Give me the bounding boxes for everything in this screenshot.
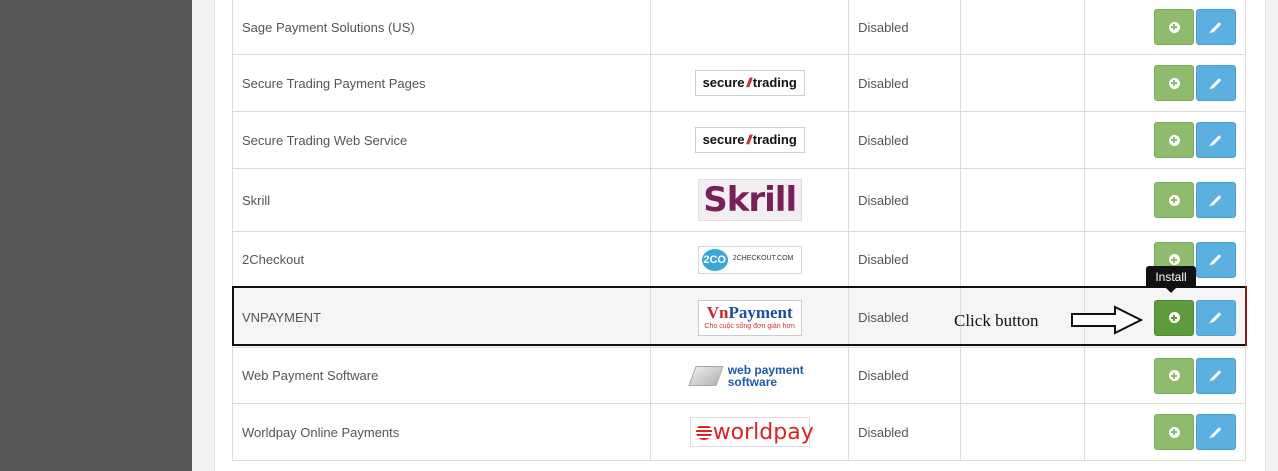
- table-row: Secure Trading Payment Pages secure//tra…: [231, 54, 1247, 112]
- extension-name: Secure Trading Payment Pages: [231, 54, 652, 112]
- extension-name: Worldpay Online Payments: [231, 403, 652, 461]
- action-cell: [1083, 0, 1247, 55]
- edit-button[interactable]: [1196, 357, 1236, 394]
- extension-logo: worldpay: [650, 403, 850, 461]
- edit-button[interactable]: [1196, 122, 1236, 158]
- edit-button[interactable]: [1196, 414, 1236, 450]
- sort-order: [959, 231, 1085, 288]
- extension-logo: VnPayment Cho cuộc sống đơn giản hơn: [650, 287, 850, 348]
- table-row: Sage Payment Solutions (US) Disabled: [231, 0, 1247, 55]
- table-row: 2Checkout 2CO 2CHECKOUT.COM Disabled: [231, 231, 1247, 288]
- pencil-icon: [1210, 134, 1222, 146]
- extension-status: Disabled: [848, 287, 961, 348]
- pencil-icon: [1210, 312, 1222, 323]
- plus-circle-icon: [1168, 194, 1180, 206]
- edit-button[interactable]: [1196, 65, 1236, 101]
- sort-order: [959, 54, 1085, 112]
- sort-order: [959, 403, 1085, 461]
- extension-logo: secure//trading: [650, 54, 850, 112]
- extension-status: Disabled: [848, 403, 961, 461]
- install-button[interactable]: [1154, 9, 1194, 45]
- extension-name: Secure Trading Web Service: [231, 111, 652, 169]
- plus-circle-icon: [1168, 312, 1180, 323]
- arrow-right-icon: [1071, 305, 1143, 335]
- pencil-icon: [1210, 77, 1222, 89]
- extension-name: 2Checkout: [231, 231, 652, 288]
- extension-logo: Skrill: [650, 168, 850, 232]
- extension-logo: web payment software: [650, 347, 850, 404]
- sort-order: [959, 168, 1085, 232]
- action-cell: [1083, 54, 1247, 112]
- extension-status: Disabled: [848, 0, 961, 55]
- plus-circle-icon: [1168, 370, 1180, 381]
- sort-order: [959, 111, 1085, 169]
- plus-circle-icon: [1168, 77, 1180, 89]
- action-cell: [1083, 347, 1247, 404]
- skrill-logo: Skrill: [697, 179, 802, 221]
- extension-status: Disabled: [848, 111, 961, 169]
- pencil-icon: [1210, 370, 1222, 381]
- extension-logo: 2CO 2CHECKOUT.COM: [650, 231, 850, 288]
- edit-button[interactable]: [1196, 299, 1236, 336]
- install-button[interactable]: [1154, 357, 1194, 394]
- extension-status: Disabled: [848, 347, 961, 404]
- extension-name: Skrill: [231, 168, 652, 232]
- plus-circle-icon: [1168, 21, 1180, 33]
- plus-circle-icon: [1168, 254, 1180, 265]
- extension-status: Disabled: [848, 231, 961, 288]
- 2checkout-logo: 2CO 2CHECKOUT.COM: [697, 245, 802, 274]
- extension-logo: secure//trading: [650, 111, 850, 169]
- extension-logo: [650, 0, 850, 55]
- web-payment-software-logo: web payment software: [688, 361, 810, 391]
- sort-order: [959, 0, 1085, 55]
- secure-trading-logo: secure//trading: [694, 70, 805, 96]
- pencil-icon: [1210, 21, 1222, 33]
- pencil-icon: [1210, 194, 1222, 206]
- extension-status: Disabled: [848, 168, 961, 232]
- action-cell: [1083, 168, 1247, 232]
- annotation-label: Click button: [954, 311, 1039, 330]
- table-row: Skrill Skrill Disabled: [231, 168, 1247, 232]
- extension-name: Sage Payment Solutions (US): [231, 0, 652, 55]
- plus-circle-icon: [1168, 426, 1180, 438]
- vnpayment-logo: VnPayment Cho cuộc sống đơn giản hơn: [697, 299, 802, 336]
- install-button[interactable]: [1154, 414, 1194, 450]
- extension-name: VNPAYMENT: [231, 287, 652, 348]
- payment-extensions-table: Sage Payment Solutions (US) Disabled Sec…: [231, 0, 1247, 461]
- pencil-icon: [1210, 254, 1222, 265]
- pencil-icon: [1210, 426, 1222, 438]
- worldpay-logo: worldpay: [689, 417, 814, 447]
- edit-button[interactable]: [1196, 182, 1236, 218]
- table-row: Secure Trading Web Service secure//tradi…: [231, 111, 1247, 169]
- edit-button[interactable]: [1196, 241, 1236, 278]
- extension-name: Web Payment Software: [231, 347, 652, 404]
- extension-status: Disabled: [848, 54, 961, 112]
- table-row: Worldpay Online Payments worldpay Disabl…: [231, 403, 1247, 461]
- plus-circle-icon: [1168, 134, 1180, 146]
- action-cell: [1083, 403, 1247, 461]
- secure-trading-logo: secure//trading: [694, 127, 805, 153]
- install-button[interactable]: [1154, 182, 1194, 218]
- action-cell: [1083, 111, 1247, 169]
- left-sidebar: [0, 0, 192, 471]
- table-row: Web Payment Software web payment software…: [231, 347, 1247, 404]
- install-button[interactable]: [1154, 122, 1194, 158]
- edit-button[interactable]: [1196, 9, 1236, 45]
- sort-order: [959, 347, 1085, 404]
- install-button[interactable]: [1154, 65, 1194, 101]
- install-button-vnpayment[interactable]: [1154, 299, 1194, 336]
- install-tooltip: Install: [1146, 266, 1196, 293]
